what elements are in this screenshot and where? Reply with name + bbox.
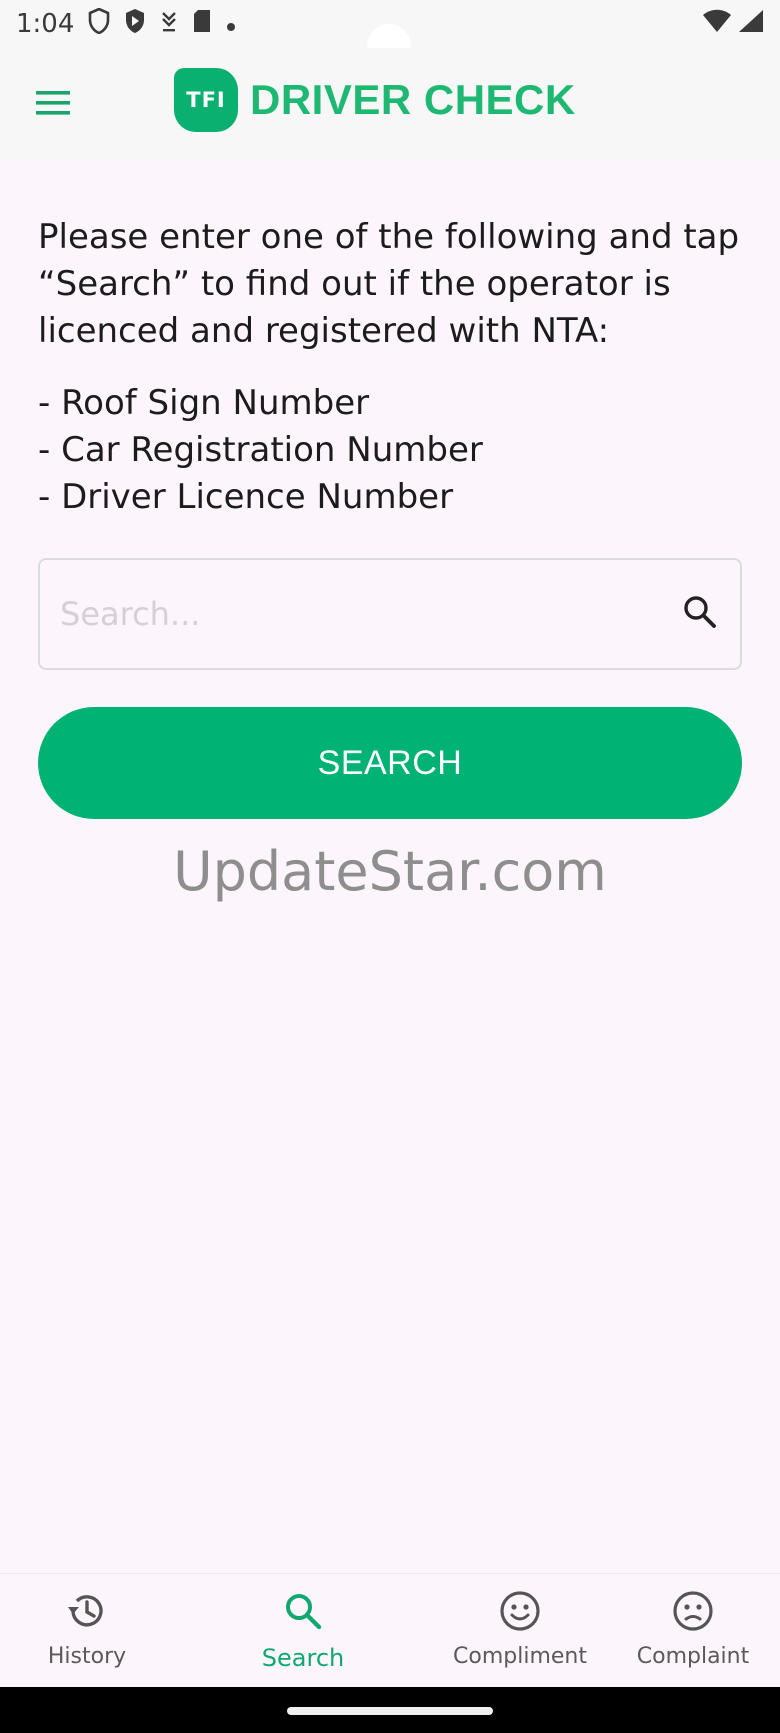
hamburger-icon bbox=[30, 91, 76, 130]
option-driver-licence: - Driver Licence Number bbox=[38, 477, 454, 517]
sd-card-icon bbox=[192, 9, 212, 40]
frown-icon bbox=[670, 1588, 716, 1638]
app-bar: TFI DRIVER CHECK bbox=[0, 48, 780, 160]
option-car-registration: - Car Registration Number bbox=[38, 430, 483, 470]
nav-item-complaint[interactable]: Complaint bbox=[608, 1588, 778, 1669]
search-button[interactable]: SEARCH bbox=[38, 707, 742, 819]
nav-item-search[interactable]: Search bbox=[218, 1588, 388, 1672]
gesture-bar bbox=[0, 1687, 780, 1733]
notification-dot-icon bbox=[226, 9, 236, 39]
smile-icon bbox=[497, 1588, 543, 1638]
nav-label-complaint: Complaint bbox=[636, 1644, 750, 1669]
app-logo: TFI DRIVER CHECK bbox=[174, 68, 576, 132]
cellular-signal-icon bbox=[738, 9, 764, 40]
nav-label-history: History bbox=[47, 1644, 127, 1669]
search-icon bbox=[280, 1588, 326, 1638]
nav-label-search: Search bbox=[261, 1644, 345, 1672]
watermark: UpdateStar.com bbox=[173, 840, 607, 903]
nav-item-history[interactable]: History bbox=[2, 1588, 172, 1669]
option-roof-sign: - Roof Sign Number bbox=[38, 383, 370, 423]
status-time: 1:04 bbox=[16, 9, 75, 39]
intro-text: Please enter one of the following and ta… bbox=[38, 217, 740, 351]
app-title: DRIVER CHECK bbox=[250, 76, 576, 123]
options-list: - Roof Sign Number - Car Registration Nu… bbox=[38, 380, 758, 521]
status-right bbox=[702, 9, 764, 40]
history-icon bbox=[64, 1588, 110, 1638]
search-field[interactable] bbox=[38, 558, 742, 670]
bottom-nav: History Search Compliment Complaint bbox=[0, 1573, 780, 1687]
download-icon bbox=[160, 9, 178, 40]
shield-icon bbox=[88, 7, 110, 41]
nav-item-compliment[interactable]: Compliment bbox=[435, 1588, 605, 1669]
menu-button[interactable] bbox=[30, 80, 76, 126]
search-icon[interactable] bbox=[680, 592, 720, 636]
status-left: 1:04 bbox=[16, 7, 236, 41]
play-shield-icon bbox=[124, 8, 146, 41]
search-input[interactable] bbox=[60, 595, 680, 633]
logo-badge: TFI bbox=[174, 68, 238, 132]
nav-label-compliment: Compliment bbox=[453, 1644, 587, 1669]
home-gesture-handle[interactable] bbox=[287, 1707, 493, 1715]
screen: 1:04 TFI DRIVER CHECK Please enter one o… bbox=[0, 0, 780, 1733]
wifi-icon bbox=[702, 9, 732, 40]
